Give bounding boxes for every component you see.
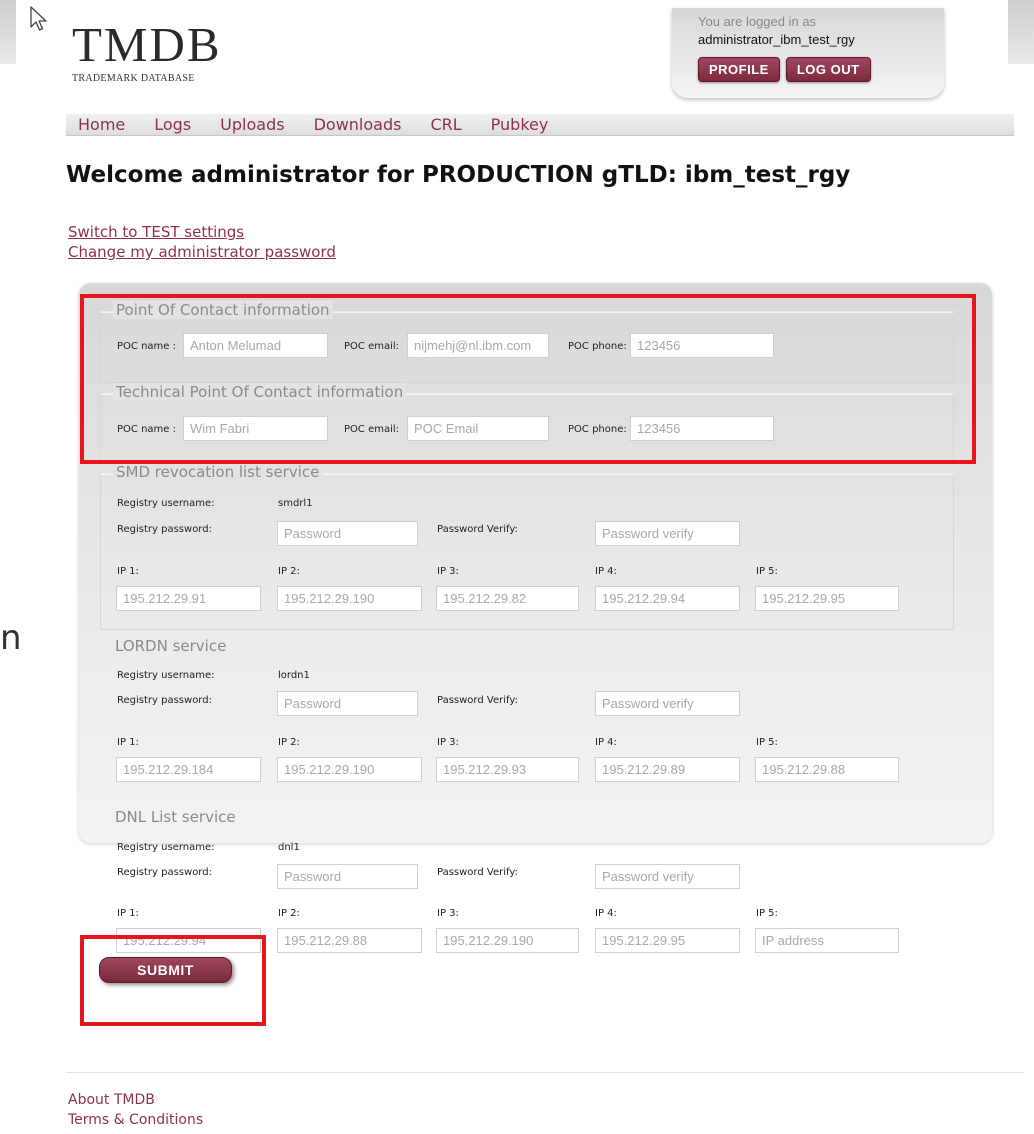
smd-ip1-label: IP 1:	[117, 566, 139, 577]
smd-service-legend: SMD revocation list service	[113, 463, 323, 481]
window-edge-left	[0, 0, 16, 64]
smd-verify-input[interactable]: Password verify	[595, 521, 740, 546]
smd-verify-label: Password Verify:	[437, 524, 518, 535]
lordn-ip5-label: IP 5:	[756, 737, 778, 748]
lordn-password-label: Registry password:	[117, 695, 212, 706]
smd-ip3-input[interactable]: 195.212.29.82	[436, 586, 579, 611]
terms-conditions-link[interactable]: Terms & Conditions	[68, 1110, 203, 1130]
smd-username-label: Registry username:	[117, 498, 215, 509]
window-edge-right	[1008, 0, 1034, 64]
poc-highlight-box	[80, 294, 976, 464]
nav-uploads[interactable]: Uploads	[220, 115, 284, 134]
lordn-ip3-input[interactable]: 195.212.29.93	[436, 757, 579, 782]
logged-in-label: You are logged in as	[698, 14, 817, 29]
lordn-ip4-input[interactable]: 195.212.29.89	[595, 757, 740, 782]
dnl-ip3-label: IP 3:	[437, 908, 459, 919]
dnl-verify-label: Password Verify:	[437, 867, 518, 878]
dnl-password-label: Registry password:	[117, 867, 212, 878]
dnl-ip3-input[interactable]: 195.212.29.190	[436, 928, 579, 953]
nav-crl[interactable]: CRL	[430, 115, 461, 134]
smd-ip4-input[interactable]: 195.212.29.94	[595, 586, 740, 611]
lordn-service-legend: LORDN service	[115, 637, 227, 655]
profile-button[interactable]: PROFILE	[698, 57, 780, 82]
lordn-username-label: Registry username:	[117, 670, 215, 681]
cropped-text-fragment: n	[0, 618, 22, 658]
smd-ip5-label: IP 5:	[756, 566, 778, 577]
main-nav: Home Logs Uploads Downloads CRL Pubkey	[66, 114, 1014, 136]
dnl-ip2-label: IP 2:	[278, 908, 300, 919]
switch-test-settings-link[interactable]: Switch to TEST settings	[68, 222, 336, 242]
smd-password-label: Registry password:	[117, 524, 212, 535]
lordn-password-input[interactable]: Password	[277, 691, 418, 716]
dnl-ip4-label: IP 4:	[595, 908, 617, 919]
smd-password-input[interactable]: Password	[277, 521, 418, 546]
lordn-ip2-input[interactable]: 195.212.29.190	[277, 757, 422, 782]
dnl-service-legend: DNL List service	[115, 808, 236, 826]
smd-ip5-input[interactable]: 195.212.29.95	[755, 586, 899, 611]
dnl-ip2-input[interactable]: 195.212.29.88	[277, 928, 422, 953]
lordn-verify-input[interactable]: Password verify	[595, 691, 740, 716]
footer-divider	[66, 1072, 1024, 1073]
lordn-verify-label: Password Verify:	[437, 695, 518, 706]
tmdb-logo[interactable]: TMDB TRADEMARK DATABASE	[72, 20, 222, 84]
lordn-ip1-label: IP 1:	[117, 737, 139, 748]
change-password-link[interactable]: Change my administrator password	[68, 242, 336, 262]
mouse-pointer-icon	[30, 6, 47, 31]
dnl-username-value: dnl1	[278, 842, 300, 853]
nav-pubkey[interactable]: Pubkey	[491, 115, 549, 134]
dnl-verify-input[interactable]: Password verify	[595, 864, 740, 889]
nav-logs[interactable]: Logs	[154, 115, 191, 134]
page-title: Welcome administrator for PRODUCTION gTL…	[66, 162, 851, 188]
smd-ip2-label: IP 2:	[278, 566, 300, 577]
footer-links: About TMDB Terms & Conditions	[68, 1090, 203, 1130]
smd-ip2-input[interactable]: 195.212.29.190	[277, 586, 422, 611]
smd-username-value: smdrl1	[278, 498, 313, 509]
dnl-ip5-label: IP 5:	[756, 908, 778, 919]
smd-ip3-label: IP 3:	[437, 566, 459, 577]
settings-links: Switch to TEST settings Change my admini…	[68, 222, 336, 262]
lordn-ip3-label: IP 3:	[437, 737, 459, 748]
lordn-username-value: lordn1	[278, 670, 310, 681]
dnl-ip1-label: IP 1:	[117, 908, 139, 919]
logged-in-username: administrator_ibm_test_rgy	[698, 32, 855, 47]
lordn-ip5-input[interactable]: 195.212.29.88	[755, 757, 899, 782]
dnl-ip5-input[interactable]: IP address	[755, 928, 899, 953]
dnl-username-label: Registry username:	[117, 842, 215, 853]
submit-highlight-box	[80, 935, 266, 1026]
nav-home[interactable]: Home	[78, 115, 125, 134]
smd-ip1-input[interactable]: 195.212.29.91	[116, 586, 261, 611]
lordn-ip4-label: IP 4:	[595, 737, 617, 748]
lordn-ip2-label: IP 2:	[278, 737, 300, 748]
smd-ip4-label: IP 4:	[595, 566, 617, 577]
logo-subtitle: TRADEMARK DATABASE	[72, 73, 195, 84]
logout-button[interactable]: LOG OUT	[785, 57, 871, 82]
logo-title: TMDB	[72, 17, 222, 72]
dnl-ip4-input[interactable]: 195.212.29.95	[595, 928, 740, 953]
dnl-password-input[interactable]: Password	[277, 864, 418, 889]
about-tmdb-link[interactable]: About TMDB	[68, 1090, 203, 1110]
lordn-ip1-input[interactable]: 195.212.29.184	[116, 757, 261, 782]
login-status-box: You are logged in as administrator_ibm_t…	[672, 8, 944, 98]
nav-downloads[interactable]: Downloads	[314, 115, 402, 134]
